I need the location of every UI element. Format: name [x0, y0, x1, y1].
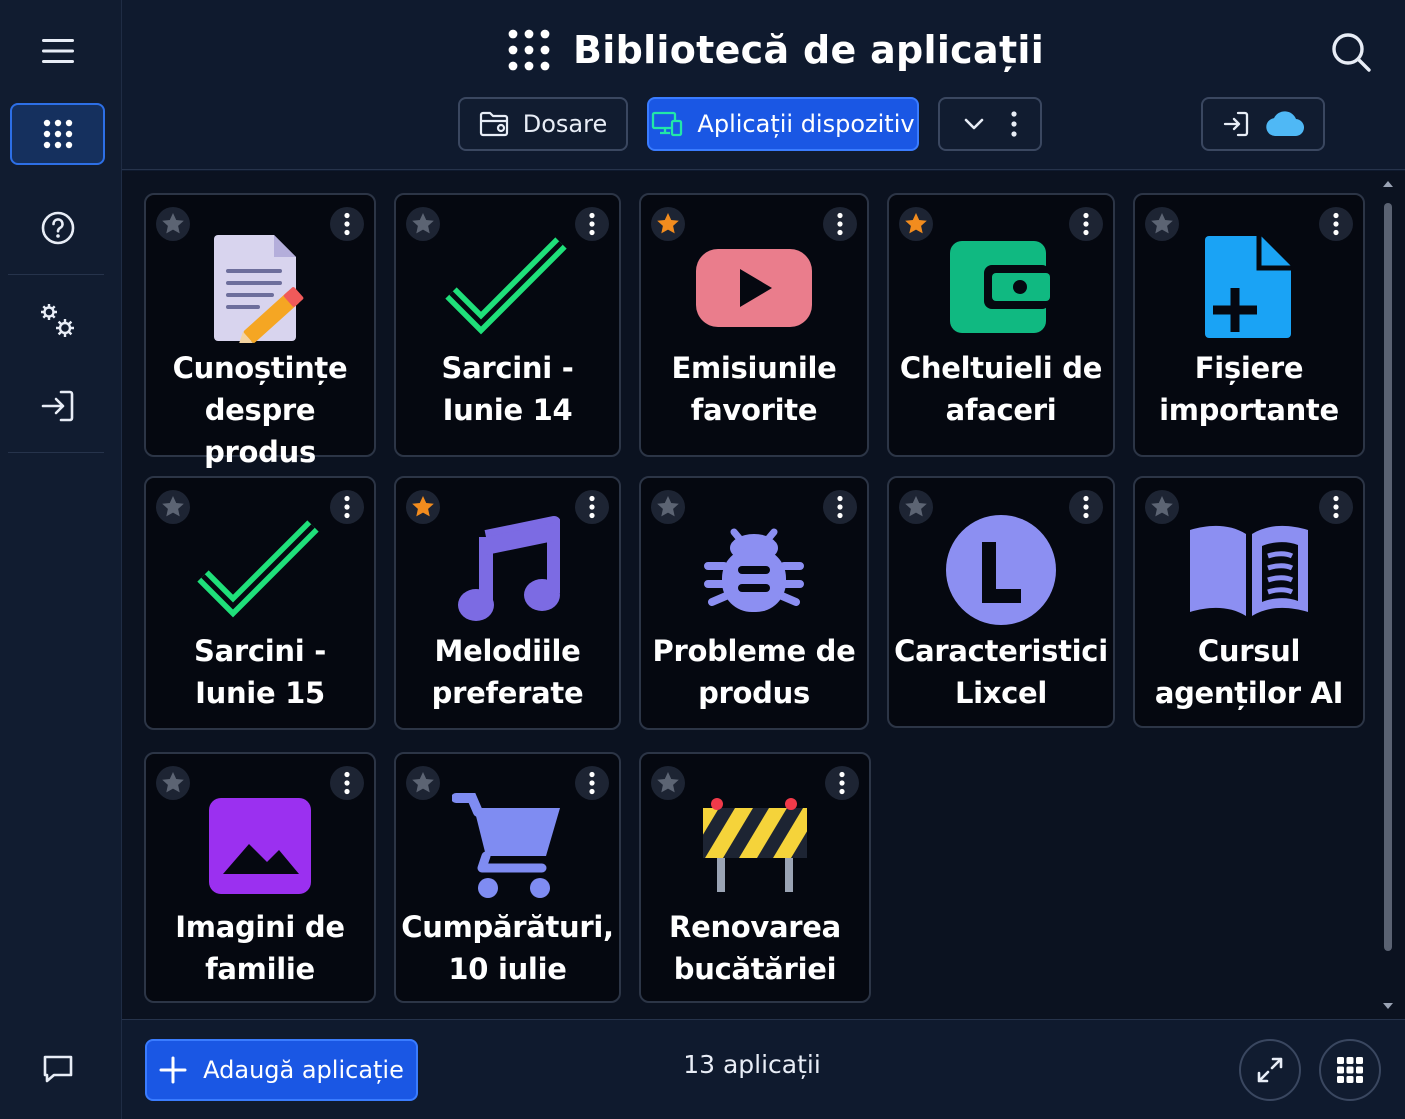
- app-label: Sarcini - Iunie 15: [194, 634, 326, 710]
- expand-icon: [1257, 1057, 1283, 1083]
- app-label: Melodiile preferate: [431, 634, 584, 710]
- header: Bibliotecă de aplicații Dosare Aplicații…: [122, 0, 1405, 170]
- letter-l-icon: [889, 514, 1113, 626]
- app-label: Cheltuieli de afaceri: [899, 351, 1103, 427]
- chat-button[interactable]: [10, 1038, 105, 1100]
- app-tile[interactable]: Melodiile preferate: [394, 476, 621, 730]
- page-title: Bibliotecă de aplicații: [573, 28, 1045, 72]
- plus-icon: [159, 1056, 187, 1084]
- tab-label: Dosare: [522, 110, 608, 138]
- expand-button[interactable]: [1239, 1039, 1301, 1101]
- music-note-icon: [396, 514, 619, 626]
- sign-in-icon: [1223, 111, 1249, 137]
- sidebar-divider: [8, 274, 104, 275]
- tab-folders[interactable]: Dosare: [458, 97, 628, 151]
- sidebar-item-apps[interactable]: [10, 103, 105, 165]
- scroll-up-icon[interactable]: [1381, 177, 1395, 191]
- left-sidebar: [0, 0, 122, 1119]
- cloud-icon: [1266, 111, 1304, 137]
- search-button[interactable]: [1329, 30, 1373, 74]
- app-tile[interactable]: Cunoștințe despre produs: [144, 193, 376, 469]
- sidebar-divider: [8, 452, 104, 453]
- apps-grid-icon: [1337, 1057, 1363, 1083]
- cloud-sign-in-button[interactable]: [1201, 97, 1325, 151]
- app-count: 13 aplicații: [683, 1050, 821, 1079]
- more-vertical-icon: [1011, 111, 1017, 137]
- menu-button[interactable]: [10, 20, 105, 82]
- footer: Adaugă aplicație 13 aplicații: [122, 1019, 1405, 1119]
- app-tile[interactable]: Imagini de familie: [144, 752, 376, 1003]
- checkmark-icon: [146, 514, 374, 626]
- app-label: Fișiere importante: [1159, 351, 1339, 427]
- tab-device-apps[interactable]: Aplicații dispozitiv: [647, 97, 919, 151]
- app-tile[interactable]: Cumpărături, 10 iulie: [394, 752, 621, 1003]
- shopping-cart-icon: [396, 790, 619, 902]
- app-grid: Cunoștințe despre produs Sarcini - Iunie…: [122, 171, 1405, 1019]
- apps-grid-icon: [508, 29, 550, 71]
- app-tile[interactable]: Sarcini - Iunie 15: [144, 476, 376, 730]
- app-label: Cunoștințe despre produs: [172, 351, 348, 469]
- app-tile[interactable]: Cursul agenților AI: [1133, 476, 1365, 728]
- app-tile[interactable]: Caracteristici Lixcel: [887, 476, 1115, 728]
- apps-grid-icon: [43, 119, 72, 149]
- checkmark-icon: [396, 231, 619, 343]
- open-book-icon: [1135, 514, 1363, 626]
- devices-icon: [652, 111, 683, 137]
- tab-label: Aplicații dispozitiv: [697, 110, 915, 138]
- add-app-button[interactable]: Adaugă aplicație: [145, 1039, 418, 1101]
- app-label: Emisiunile favorite: [671, 351, 837, 427]
- app-label: Cursul agenților AI: [1154, 634, 1344, 710]
- scrollbar-thumb[interactable]: [1384, 203, 1392, 951]
- view-options-dropdown[interactable]: [938, 97, 1042, 151]
- app-label: Cumpărături, 10 iulie: [401, 910, 614, 986]
- file-add-icon: [1135, 231, 1363, 343]
- image-icon: [146, 790, 374, 902]
- app-label: Sarcini - Iunie 14: [441, 351, 574, 427]
- sidebar-item-help[interactable]: [10, 197, 105, 259]
- video-play-icon: [641, 231, 867, 343]
- app-tile[interactable]: Renovarea bucătăriei: [639, 752, 871, 1003]
- grid-view-button[interactable]: [1319, 1039, 1381, 1101]
- chevron-down-icon: [964, 118, 984, 130]
- scroll-down-icon[interactable]: [1381, 999, 1395, 1013]
- menu-icon: [41, 39, 74, 63]
- construction-barrier-icon: [641, 790, 869, 902]
- bug-icon: [641, 514, 867, 626]
- wallet-icon: [889, 231, 1113, 343]
- sidebar-item-settings[interactable]: [10, 290, 105, 352]
- app-label: Renovarea bucătăriei: [669, 910, 841, 986]
- folder-icon: [479, 111, 508, 137]
- chat-icon: [43, 1055, 72, 1083]
- help-icon: [41, 211, 74, 245]
- app-tile[interactable]: Emisiunile favorite: [639, 193, 869, 457]
- document-edit-icon: [146, 231, 374, 343]
- title-group: Bibliotecă de aplicații: [507, 22, 1044, 78]
- app-tile[interactable]: Cheltuieli de afaceri: [887, 193, 1115, 457]
- add-app-label: Adaugă aplicație: [203, 1056, 404, 1084]
- sign-in-icon: [41, 390, 73, 422]
- scrollbar[interactable]: [1381, 177, 1395, 1013]
- app-label: Imagini de familie: [175, 910, 345, 986]
- app-label: Caracteristici Lixcel: [894, 634, 1108, 710]
- app-tile[interactable]: Probleme de produs: [639, 476, 869, 730]
- settings-gears-icon: [40, 304, 74, 337]
- app-label: Probleme de produs: [652, 634, 856, 710]
- sidebar-item-sign-in[interactable]: [10, 375, 105, 437]
- app-tile[interactable]: Fișiere importante: [1133, 193, 1365, 457]
- app-tile[interactable]: Sarcini - Iunie 14: [394, 193, 621, 457]
- search-icon: [1332, 33, 1371, 72]
